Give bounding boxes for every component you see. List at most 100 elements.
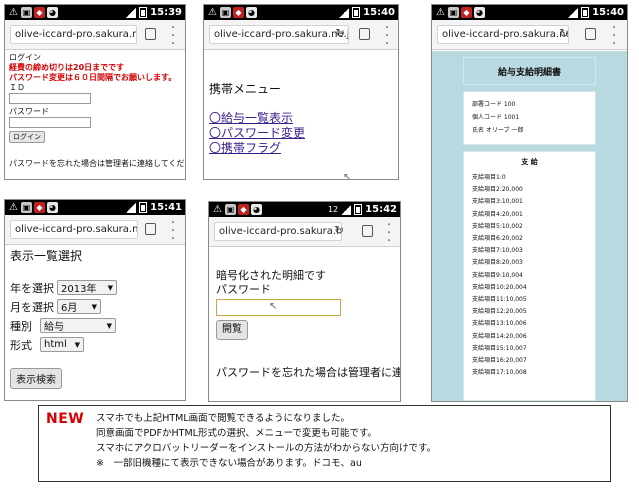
department-code: 部署コード 100 [472, 101, 516, 108]
status-bar: ⚠ ▣ ◆ ◕ 15:39 [5, 5, 185, 20]
type-label: 種別 [10, 319, 32, 333]
payment-item: 支給項目16:20,007 [472, 357, 527, 365]
year-value: 2013年 [61, 284, 97, 295]
notice-line: スマホにアクロバットリーダーをインストールの方法がわからない方向けです。 [96, 443, 437, 454]
notice-line: ※ 一部旧機種にて表示できない場合があります。ドコモ、au [96, 458, 362, 469]
battery-icon [354, 204, 363, 215]
month-select[interactable]: 6月 ▼ [57, 299, 101, 314]
overflow-menu-icon[interactable]: · · · [171, 217, 175, 246]
password-input[interactable] [216, 299, 341, 316]
browser-toolbar: olive-iccard-pro.sakura.ne.jp/we ↻ ··· [209, 217, 400, 248]
phone-screen-menu: ⚠▣◆◕ 15:40 olive-iccard-pro.sakura.ne.jp… [203, 4, 399, 180]
tabs-icon[interactable] [362, 225, 373, 237]
tabs-icon[interactable] [585, 28, 596, 40]
payment-box: 支 給 支給項目1:0 支給項目2:20,000 支給項目3:10,001 支給項目4… [463, 151, 596, 401]
menu-link-change-password[interactable]: 〇パスワード変更 [209, 126, 393, 141]
notice-text: スマホでも上記HTML画面で閲覧できるようになりました。 同意画面でPDFかHT… [96, 411, 436, 471]
network-type: 12 [327, 205, 339, 214]
payment-item: 支給項目8:20,003 [472, 259, 523, 267]
forgot-password-text: パスワードを忘れた場合は管理者に連 [216, 366, 401, 379]
cat-icon: ◕ [47, 7, 58, 18]
url-field[interactable]: olive-iccard-pro.sakura.ne.jp/we [10, 25, 137, 44]
clock: 15:40 [363, 7, 395, 18]
shield-icon: ◆ [34, 7, 45, 18]
browser-toolbar: olive-iccard-pro.sakura.ne.jp/we ··· [5, 215, 185, 246]
payment-item: 支給項目3:10,001 [472, 198, 523, 206]
encrypted-page: 暗号化された明細です パスワード 開覧 パスワードを忘れた場合は管理者に連 ↖ [209, 247, 400, 382]
shield-icon: ◆ [34, 202, 45, 213]
status-bar: ⚠ ▣ ◆ ◕ 15:40 [204, 5, 398, 20]
id-input[interactable] [9, 93, 91, 104]
notice-box: NEW スマホでも上記HTML画面で閲覧できるようになりました。 同意画面でPD… [38, 405, 611, 482]
clock: 15:42 [365, 204, 397, 215]
payment-item: 支給項目10:20,004 [472, 283, 527, 291]
status-bar: ⚠ ▣ ◆ ◕ 15:41 [5, 200, 185, 215]
tabs-icon[interactable] [359, 28, 370, 40]
reload-icon[interactable]: ↻ [335, 26, 345, 40]
deadline-notice: 経費の締め切りは20日までです [9, 63, 125, 72]
shield-icon: ◆ [233, 7, 244, 18]
warning-icon: ⚠ [9, 202, 18, 213]
mobile-menu-page: 携帯メニュー 〇給与一覧表示 〇パスワード変更 〇携帯フラグ ↖ [204, 50, 398, 179]
type-select[interactable]: 給与 ▼ [40, 318, 116, 333]
overflow-menu-icon[interactable]: · · · [171, 22, 175, 51]
phone-screen-encrypted: ⚠▣◆◕ 12 15:42 olive-iccard-pro.sakura.ne.… [208, 201, 401, 402]
payment-item: 支給項目6:20,002 [472, 235, 523, 243]
signal-box-icon: ▣ [21, 7, 32, 18]
browser-toolbar: olive-iccard-pro.sakura.ne.jp/we ↻ ··· [204, 20, 398, 51]
menu-title: 携帯メニュー [209, 82, 282, 96]
new-badge: NEW [46, 411, 85, 427]
status-bar: ⚠ ▣ ◆ ◕ 12 15:42 [209, 202, 400, 217]
year-label: 年を選択 [10, 281, 54, 295]
url-field[interactable]: olive-iccard-pro.sakura.ne.jp/we [10, 220, 138, 239]
format-value: html [44, 339, 67, 350]
signal-icon [339, 7, 350, 18]
clock: 15:40 [592, 7, 624, 18]
password-label: パスワード [9, 107, 49, 116]
url-field[interactable]: olive-iccard-pro.sakura.ne.jp/we [209, 25, 349, 44]
overflow-menu-icon[interactable]: · · · [387, 219, 391, 248]
search-display-button[interactable]: 表示検索 [10, 368, 62, 389]
tabs-icon[interactable] [145, 223, 156, 235]
login-title: ログイン [9, 53, 41, 62]
login-button[interactable]: ログイン [9, 131, 45, 143]
open-button[interactable]: 開覧 [216, 320, 248, 340]
overflow-menu-icon[interactable]: · · · [612, 22, 616, 51]
signal-icon [568, 7, 579, 18]
password-label: パスワード [216, 283, 271, 296]
signal-icon [126, 202, 137, 213]
tabs-icon[interactable] [145, 28, 156, 40]
payment-item: 支給項目5:10,002 [472, 222, 523, 230]
login-page: ログイン 経費の締め切りは20日までです パスワード変更は６０日間隔でお願いしま… [5, 50, 185, 172]
payment-item: 支給項目4:20,001 [472, 210, 523, 218]
battery-icon [139, 7, 148, 18]
reload-icon[interactable]: ↻ [559, 26, 569, 40]
url-field[interactable]: olive-iccard-pro.sakura.ne.jp/we [437, 25, 569, 44]
notice-line: 同意画面でPDFかHTML形式の選択、メニューで変更も可能です。 [96, 428, 377, 439]
month-label: 月を選択 [10, 300, 54, 314]
payment-item: 支給項目11:10,005 [472, 296, 527, 304]
mouse-cursor-icon: ↖ [343, 172, 352, 180]
menu-link-salary-list[interactable]: 〇給与一覧表示 [209, 111, 393, 126]
year-select[interactable]: 2013年 ▼ [57, 280, 117, 295]
payslip-title: 給与支給明細書 [463, 57, 596, 85]
signal-box-icon: ▣ [220, 7, 231, 18]
forgot-password-text: パスワードを忘れた場合は管理者に連絡してください [9, 159, 186, 168]
phone-screen-select: ⚠▣◆◕ 15:41 olive-iccard-pro.sakura.ne.jp… [4, 199, 186, 401]
warning-icon: ⚠ [9, 7, 18, 18]
menu-link-mobile-flag[interactable]: 〇携帯フラグ [209, 141, 393, 156]
format-select[interactable]: html ▼ [40, 337, 84, 352]
overflow-menu-icon[interactable]: · · · [385, 22, 389, 51]
warning-icon: ⚠ [213, 204, 222, 215]
phone-screen-payslip: ⚠▣◆◕ 15:40 olive-iccard-pro.sakura.ne.jp… [431, 4, 628, 402]
signal-icon [341, 204, 352, 215]
dropdown-caret-icon: ▼ [74, 340, 80, 349]
battery-icon [581, 7, 590, 18]
password-input[interactable] [9, 117, 91, 128]
select-page-title: 表示一覧選択 [10, 249, 83, 263]
cat-icon: ◕ [246, 7, 257, 18]
month-value: 6月 [61, 303, 78, 314]
reload-icon[interactable]: ↻ [334, 223, 344, 237]
url-field[interactable]: olive-iccard-pro.sakura.ne.jp/we [214, 222, 342, 241]
payment-section-title: 支 給 [521, 158, 538, 166]
